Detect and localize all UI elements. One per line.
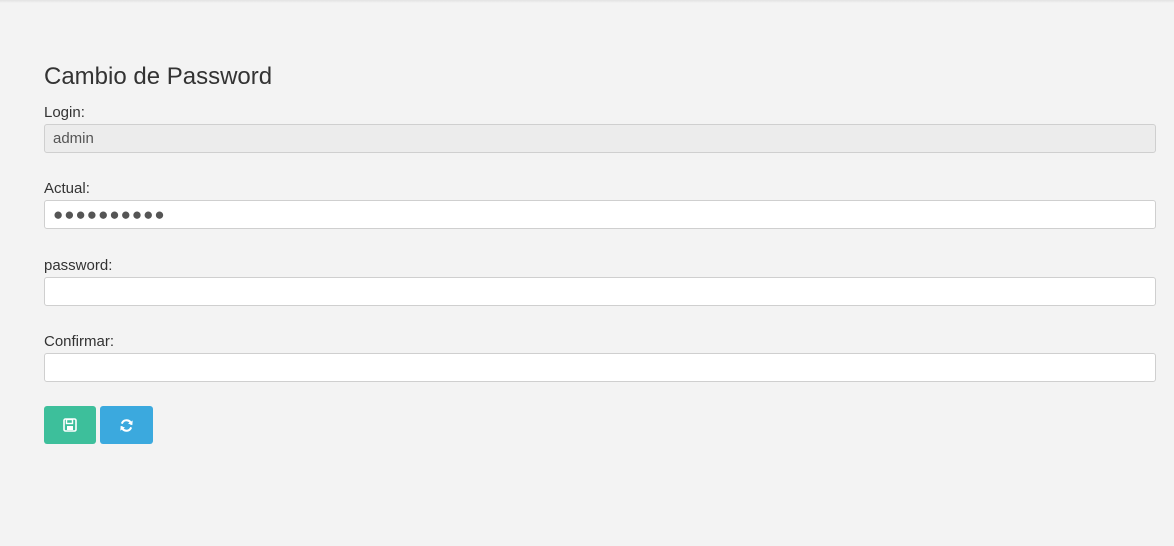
save-icon <box>63 418 77 432</box>
refresh-button[interactable] <box>100 406 153 444</box>
confirm-password-field[interactable] <box>44 353 1156 382</box>
actual-password-field[interactable] <box>44 200 1156 229</box>
page-title: Cambio de Password <box>44 63 273 90</box>
actual-password-label: Actual: <box>44 180 90 197</box>
save-button[interactable] <box>44 406 96 444</box>
new-password-label: password: <box>44 257 113 274</box>
new-password-field[interactable] <box>44 277 1156 306</box>
confirm-password-label: Confirmar: <box>44 333 115 350</box>
login-field[interactable] <box>44 124 1156 153</box>
refresh-icon <box>119 418 134 433</box>
top-bar-shadow <box>0 0 1174 3</box>
login-label: Login: <box>44 104 85 121</box>
